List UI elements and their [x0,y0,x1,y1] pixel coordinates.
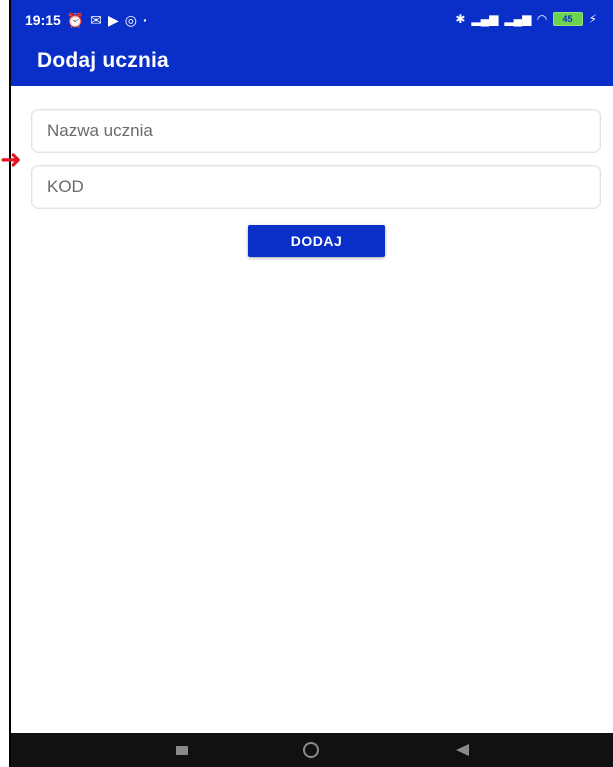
navigation-bar [11,733,613,767]
annotation-arrow-icon: ➜ [0,144,22,174]
signal-icon-2: ▂▄▆ [504,12,532,26]
page-title: Dodaj ucznia [37,49,169,72]
student-name-field[interactable] [31,109,601,153]
status-bar: 19:15 ⏰ ✉ ▶ ◎ · ✱ ▂▄▆ ▂▄▆ ◠ 45 ⚡ [11,0,613,40]
youtube-icon: ▶ [107,11,119,28]
dot-icon: · [142,12,148,28]
charging-icon: ⚡ [588,12,597,26]
recent-apps-icon[interactable] [176,746,188,755]
wifi-icon: ◠ [537,12,547,26]
battery-icon: 45 [552,12,583,26]
bluetooth-icon: ✱ [455,12,466,26]
mail-icon: ✉ [90,11,102,28]
code-field[interactable] [31,165,601,209]
student-name-input[interactable] [32,110,600,152]
code-input[interactable] [32,166,600,208]
alarm-icon: ⏰ [66,11,85,28]
status-right: ✱ ▂▄▆ ▂▄▆ ◠ 45 ⚡ [455,12,597,26]
status-time: 19:15 [25,12,61,28]
app-bar: 19:15 ⏰ ✉ ▶ ◎ · ✱ ▂▄▆ ▂▄▆ ◠ 45 ⚡ Dodaj u… [11,0,613,86]
add-button[interactable]: DODAJ [248,225,385,257]
signal-icon: ▂▄▆ [471,12,499,26]
instagram-icon: ◎ [124,11,137,28]
status-left: 19:15 ⏰ ✉ ▶ ◎ · [25,12,148,29]
back-icon[interactable] [456,744,469,756]
home-icon[interactable] [303,742,319,758]
